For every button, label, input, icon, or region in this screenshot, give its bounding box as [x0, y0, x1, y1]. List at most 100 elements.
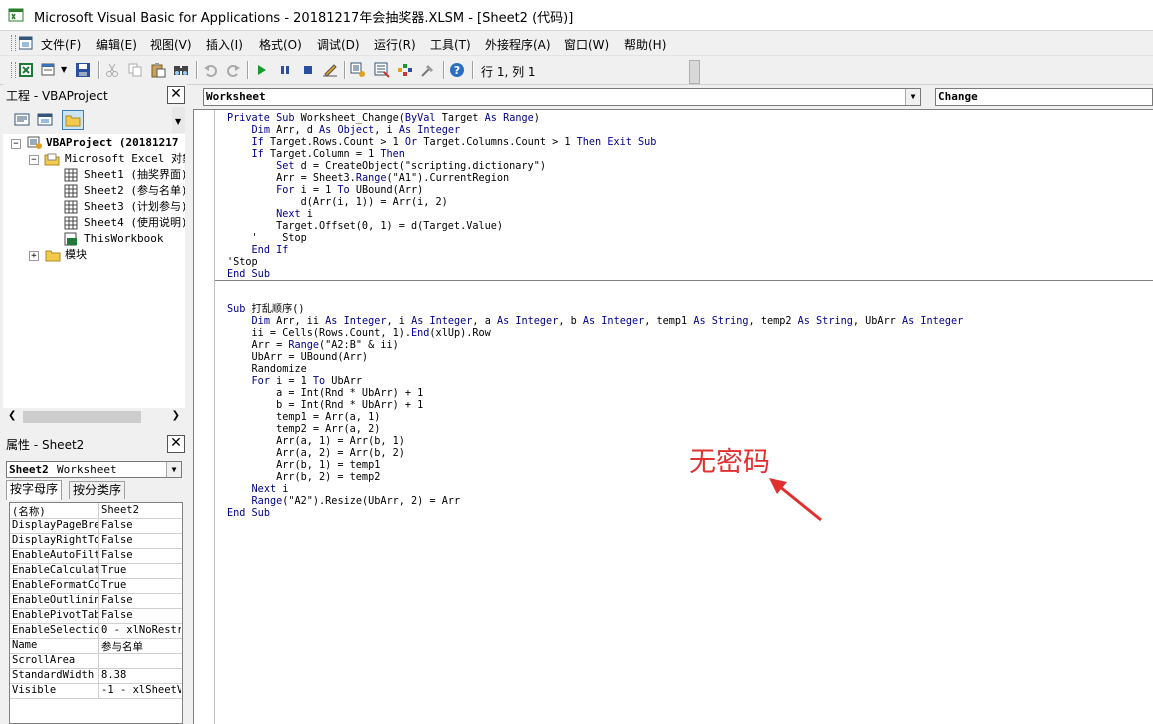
menu-run[interactable]: 运行(R) — [374, 36, 416, 53]
code-line[interactable]: Target.Offset(0, 1) = d(Target.Value) — [227, 221, 503, 233]
project-panel-close-icon[interactable]: ✕ — [167, 86, 185, 104]
collapse-icon[interactable]: − — [11, 139, 21, 149]
menu-debug[interactable]: 调试(D) — [317, 36, 360, 53]
property-row[interactable]: EnableFormatConditionsCalculationTrue — [10, 578, 182, 594]
property-value[interactable]: False — [101, 534, 181, 546]
chevron-down-icon[interactable]: ▼ — [905, 89, 920, 105]
design-mode-icon[interactable] — [322, 62, 338, 78]
code-line[interactable]: For i = 1 To UbArr — [227, 376, 362, 388]
code-line[interactable]: Next i — [227, 484, 289, 496]
vba-menu-icon[interactable] — [19, 36, 33, 50]
project-explorer-icon[interactable] — [350, 62, 366, 78]
excel-view-icon[interactable] — [18, 62, 34, 78]
code-line[interactable]: Arr(b, 1) = temp1 — [227, 460, 380, 472]
code-line[interactable]: Dim Arr, d As Object, i As Integer — [227, 125, 461, 137]
menu-file[interactable]: 文件(F) — [41, 36, 81, 53]
cut-icon[interactable] — [104, 62, 120, 78]
code-line[interactable]: b = Int(Rnd * UbArr) + 1 — [227, 400, 423, 412]
tree-node-sheet3[interactable]: Sheet3 (计划参与) — [84, 199, 185, 215]
code-line[interactable]: ' Stop — [227, 233, 307, 245]
code-line[interactable]: Private Sub Worksheet_Change(ByVal Targe… — [227, 113, 540, 125]
scroll-right-icon[interactable]: ❯ — [172, 410, 180, 421]
object-browser-icon[interactable] — [397, 62, 413, 78]
property-row[interactable]: EnableOutlining False — [10, 593, 182, 609]
code-line[interactable]: Range("A2").Resize(UbArr, 2) = Arr — [227, 496, 461, 508]
property-row[interactable]: EnableSelection0 - xlNoRestrictions — [10, 623, 182, 639]
code-line[interactable]: End Sub — [227, 508, 270, 520]
menu-addins[interactable]: 外接程序(A) — [485, 36, 551, 53]
property-row[interactable]: Name 参与名单 — [10, 638, 182, 654]
code-line[interactable]: Sub 打乱顺序() — [227, 304, 305, 316]
break-icon[interactable] — [277, 62, 293, 78]
menu-window[interactable]: 窗口(W) — [564, 36, 609, 53]
copy-icon[interactable] — [127, 62, 143, 78]
find-icon[interactable] — [173, 62, 189, 78]
view-object-icon[interactable] — [34, 110, 56, 130]
tab-alphabetic[interactable]: 按字母序 — [6, 480, 63, 500]
code-margin[interactable] — [194, 110, 215, 724]
property-row[interactable]: ScrollArea — [10, 653, 182, 669]
object-combo[interactable]: Worksheet ▼ — [203, 88, 921, 106]
expand-icon[interactable]: + — [29, 251, 39, 261]
menu-view[interactable]: 视图(V) — [150, 36, 192, 53]
tree-node-sheet2[interactable]: Sheet2 (参与名单) — [84, 183, 185, 199]
property-row[interactable]: EnableCalculationTrue — [10, 563, 182, 579]
property-row[interactable]: EnablePivotTableFalse — [10, 608, 182, 624]
code-line[interactable]: Randomize — [227, 364, 307, 376]
code-line[interactable]: Arr(b, 2) = temp2 — [227, 472, 380, 484]
property-value[interactable]: 0 - xlNoRestrictions — [101, 624, 181, 636]
code-line[interactable]: Arr(a, 2) = Arr(b, 2) — [227, 448, 405, 460]
toggle-folders-icon[interactable] — [62, 110, 84, 130]
run-icon[interactable] — [254, 62, 270, 78]
code-line[interactable]: d(Arr(i, 1)) = Arr(i, 2) — [227, 197, 448, 209]
property-value[interactable]: Sheet2 — [101, 504, 181, 516]
toolbox-icon[interactable] — [420, 62, 436, 78]
menu-tools[interactable]: 工具(T) — [430, 36, 471, 53]
code-editor[interactable]: Private Sub Worksheet_Change(ByVal Targe… — [193, 109, 1153, 724]
project-tree-hscroll[interactable]: ❮ ❯ — [3, 408, 185, 426]
code-line[interactable]: If Target.Rows.Count > 1 Or Target.Colum… — [227, 137, 657, 149]
menu-insert[interactable]: 插入(I) — [206, 36, 243, 53]
code-line[interactable]: Arr = Range("A2:B" & ii) — [227, 340, 399, 352]
property-row[interactable]: Visible -1 - xlSheetVisible — [10, 683, 182, 699]
code-line[interactable]: Next i — [227, 209, 313, 221]
project-panel-scroll-top[interactable]: ▼ — [172, 107, 185, 133]
code-line[interactable]: End Sub — [227, 269, 270, 281]
view-code-icon[interactable] — [11, 110, 33, 130]
tree-node-excel-objects[interactable]: Microsoft Excel 对象 — [65, 151, 185, 167]
code-line[interactable]: For i = 1 To UBound(Arr) — [227, 185, 423, 197]
code-line[interactable]: If Target.Column = 1 Then — [227, 149, 405, 161]
toolbar-overflow-icon[interactable] — [689, 60, 700, 84]
code-line[interactable]: a = Int(Rnd * UbArr) + 1 — [227, 388, 423, 400]
properties-panel-close-icon[interactable]: ✕ — [167, 435, 185, 453]
code-line[interactable]: Set d = CreateObject("scripting.dictiona… — [227, 161, 546, 173]
property-value[interactable]: True — [101, 564, 181, 576]
help-icon[interactable]: ? — [449, 62, 465, 78]
collapse-icon[interactable]: − — [29, 155, 39, 165]
property-value[interactable]: 参与名单 — [101, 639, 181, 654]
property-row[interactable]: StandardWidth 8.38 — [10, 668, 182, 684]
menubar-grip[interactable] — [11, 35, 16, 51]
toolbar-grip[interactable] — [11, 62, 16, 78]
property-row[interactable]: (名称) Sheet2 — [10, 503, 182, 519]
code-line[interactable]: Arr = Sheet3.Range("A1").CurrentRegion — [227, 173, 509, 185]
code-line[interactable]: ii = Cells(Rows.Count, 1).End(xlUp).Row — [227, 328, 491, 340]
scroll-thumb[interactable] — [23, 411, 141, 423]
tree-node-sheet4[interactable]: Sheet4 (使用说明) — [84, 215, 185, 231]
menu-format[interactable]: 格式(O) — [259, 36, 302, 53]
code-line[interactable]: Arr(a, 1) = Arr(b, 1) — [227, 436, 405, 448]
menu-help[interactable]: 帮助(H) — [624, 36, 666, 53]
reset-icon[interactable] — [300, 62, 316, 78]
chevron-down-icon[interactable]: ▼ — [61, 65, 67, 74]
property-value[interactable]: False — [101, 594, 181, 606]
property-value[interactable]: False — [101, 549, 181, 561]
chevron-down-icon[interactable]: ▼ — [166, 462, 181, 477]
code-line[interactable]: Dim Arr, ii As Integer, i As Integer, a … — [227, 316, 964, 328]
property-value[interactable]: 8.38 — [101, 669, 181, 681]
properties-object-combo[interactable]: Sheet2 Worksheet ▼ — [6, 461, 182, 478]
code-line[interactable]: UbArr = UBound(Arr) — [227, 352, 369, 364]
procedure-combo[interactable]: Change — [935, 88, 1153, 106]
property-row[interactable]: DisplayRightToLeftFalse — [10, 533, 182, 549]
redo-icon[interactable] — [225, 62, 241, 78]
properties-window-icon[interactable] — [374, 62, 390, 78]
